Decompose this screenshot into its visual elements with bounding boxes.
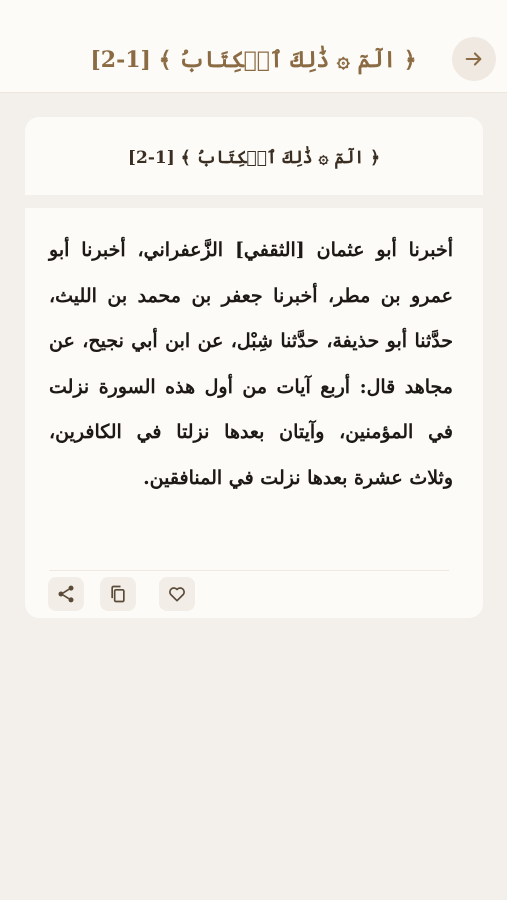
copy-button[interactable] (100, 577, 136, 611)
copy-icon (111, 585, 125, 603)
narration-text: أخبرنا أبو عثمان [الثقفي] الزَّعفراني، أ… (49, 239, 453, 489)
page-title: ﴿ الٓمٓ ۞ ذَٰلِكَ ٱلۡكِتَابُ ﴾ [1-2] (90, 47, 417, 73)
verse-title: ﴿ الٓمٓ ۞ ذَٰلِكَ ٱلۡكِتَابُ ﴾ [1-2] (127, 147, 381, 168)
share-button[interactable] (48, 577, 84, 611)
verse-header-card: ﴿ الٓمٓ ۞ ذَٰلِكَ ٱلۡكِتَابُ ﴾ [1-2] (25, 117, 483, 195)
narration-card: أخبرنا أبو عثمان [الثقفي] الزَّعفراني، أ… (25, 208, 483, 618)
share-icon (58, 585, 74, 603)
back-button[interactable] (452, 37, 496, 81)
heart-icon (169, 587, 185, 602)
favorite-button[interactable] (159, 577, 195, 611)
top-bar: ﴿ الٓمٓ ۞ ذَٰلِكَ ٱلۡكِتَابُ ﴾ [1-2] (0, 0, 507, 93)
arrow-right-icon (465, 52, 482, 66)
divider (49, 570, 449, 571)
